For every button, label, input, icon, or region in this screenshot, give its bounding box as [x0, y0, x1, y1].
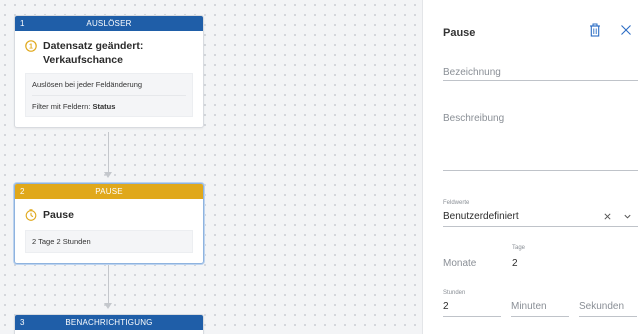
node-header: 2 PAUSE [15, 184, 203, 199]
field-values-label: Feldwerte [443, 200, 470, 206]
node-header: 3 BENACHRICHTIGUNG [15, 315, 203, 330]
seconds-input[interactable]: Sekunden [579, 301, 624, 312]
node-type-label: BENACHRICHTIGUNG [65, 318, 153, 327]
workflow-canvas[interactable]: 1 AUSLÖSER 1 Datensatz geändert: Verkauf… [0, 0, 422, 334]
hours-input[interactable]: 2 [443, 301, 449, 312]
hours-label: Stunden [443, 290, 466, 296]
node-info-box: Auslösen bei jeder Feldänderung Filter m… [25, 73, 193, 117]
seconds-underline [579, 316, 637, 317]
node-info-line: Auslösen bei jeder Feldänderung [32, 80, 143, 89]
filter-label: Filter mit Feldern: [32, 102, 93, 111]
node-number: 3 [20, 318, 25, 327]
field-values-select[interactable]: Benutzerdefiniert [443, 211, 519, 222]
node-info-line: 2 Tage 2 Stunden [32, 237, 91, 246]
trigger-number-icon: 1 [25, 40, 37, 52]
connector-line [108, 132, 109, 174]
node-number: 2 [20, 187, 25, 196]
close-icon[interactable] [619, 23, 633, 37]
node-filter-line: Filter mit Feldern: Status [32, 95, 186, 116]
properties-panel: Pause Bezeichnung Beschreibung Feldwerte… [422, 0, 644, 334]
clear-icon[interactable] [603, 212, 612, 221]
timer-icon [25, 209, 37, 221]
node-type-label: AUSLÖSER [86, 19, 132, 28]
field-values-underline [443, 226, 638, 227]
panel-title: Pause [443, 27, 476, 39]
node-title: Pause [15, 199, 203, 226]
hours-underline [443, 316, 501, 317]
workflow-node-notification[interactable]: 3 BENACHRICHTIGUNG [14, 314, 204, 334]
days-input[interactable]: 2 [512, 258, 518, 269]
minutes-input[interactable]: Minuten [511, 301, 547, 312]
trash-icon[interactable] [588, 23, 602, 37]
node-title-line: Pause [43, 209, 74, 221]
minutes-underline [511, 316, 569, 317]
description-textarea[interactable]: Beschreibung [443, 113, 504, 124]
connector-line [108, 261, 109, 305]
node-info-box: 2 Tage 2 Stunden [25, 230, 193, 253]
filter-value: Status [92, 102, 116, 111]
node-title-line: Verkaufschance [43, 54, 123, 66]
node-header: 1 AUSLÖSER [15, 16, 203, 31]
node-type-label: PAUSE [95, 187, 123, 196]
node-title: 1 Datensatz geändert: Verkaufschance [15, 31, 203, 71]
workflow-node-pause[interactable]: 2 PAUSE Pause 2 Tage 2 Stunden [14, 183, 204, 264]
workflow-node-trigger[interactable]: 1 AUSLÖSER 1 Datensatz geändert: Verkauf… [14, 15, 204, 128]
description-underline [443, 170, 638, 171]
months-input[interactable]: Monate [443, 258, 476, 269]
node-number: 1 [20, 19, 25, 28]
days-label: Tage [512, 245, 526, 251]
connector-arrow [104, 172, 112, 178]
name-input[interactable]: Bezeichnung [443, 67, 501, 78]
connector-arrow [104, 303, 112, 309]
chevron-down-icon[interactable] [623, 212, 632, 221]
name-input-underline [443, 80, 638, 81]
node-title-line: Datensatz geändert: [43, 40, 144, 52]
svg-text:1: 1 [29, 44, 33, 51]
